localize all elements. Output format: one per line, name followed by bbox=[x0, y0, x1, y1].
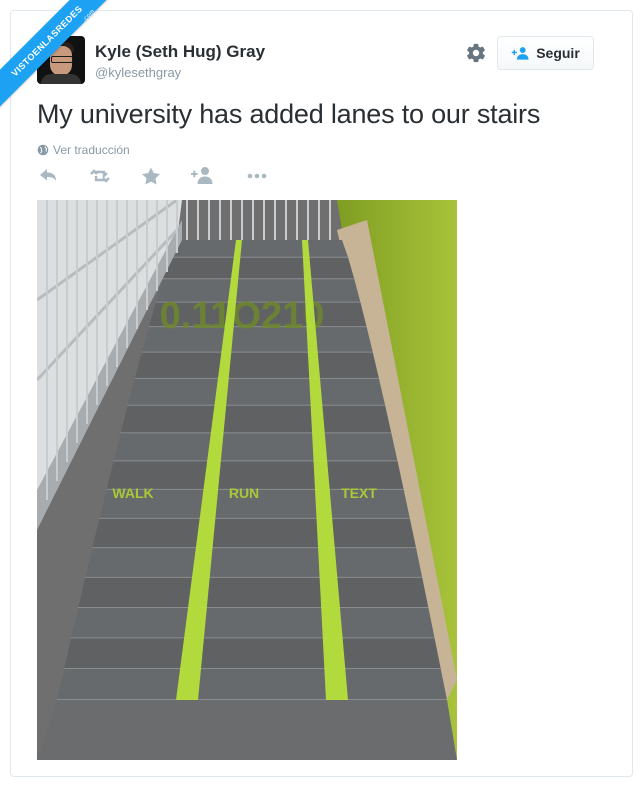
tweet-text: My university has added lanes to our sta… bbox=[37, 99, 541, 129]
retweet-icon[interactable] bbox=[88, 166, 112, 186]
follow-label: Seguir bbox=[536, 45, 580, 61]
gear-icon[interactable] bbox=[465, 42, 487, 64]
watermark-text: VISTOENLASREDES bbox=[9, 3, 85, 79]
more-icon[interactable] bbox=[245, 166, 269, 186]
tweet-photo[interactable]: 0.11O210 WALK RUN TEXT bbox=[37, 200, 457, 760]
watermark-ribbon: VISTOENLASREDES .com bbox=[0, 0, 110, 110]
lane-label-run: RUN bbox=[229, 485, 259, 501]
reply-icon[interactable] bbox=[37, 166, 61, 186]
translate-label: Ver traducción bbox=[53, 143, 130, 157]
add-user-icon bbox=[511, 47, 529, 60]
follow-icon[interactable] bbox=[190, 166, 214, 186]
watermark-domain: .com bbox=[81, 8, 97, 24]
painted-code: 0.11O210 bbox=[160, 295, 325, 337]
translate-link[interactable]: Ver traducción bbox=[37, 143, 130, 157]
favorite-icon[interactable] bbox=[139, 166, 163, 186]
author-name[interactable]: Kyle (Seth Hug) Gray bbox=[95, 42, 265, 62]
lane-label-walk: WALK bbox=[112, 485, 153, 501]
follow-button[interactable]: Seguir bbox=[497, 36, 594, 70]
lane-label-text: TEXT bbox=[341, 485, 377, 501]
globe-icon bbox=[37, 144, 49, 156]
